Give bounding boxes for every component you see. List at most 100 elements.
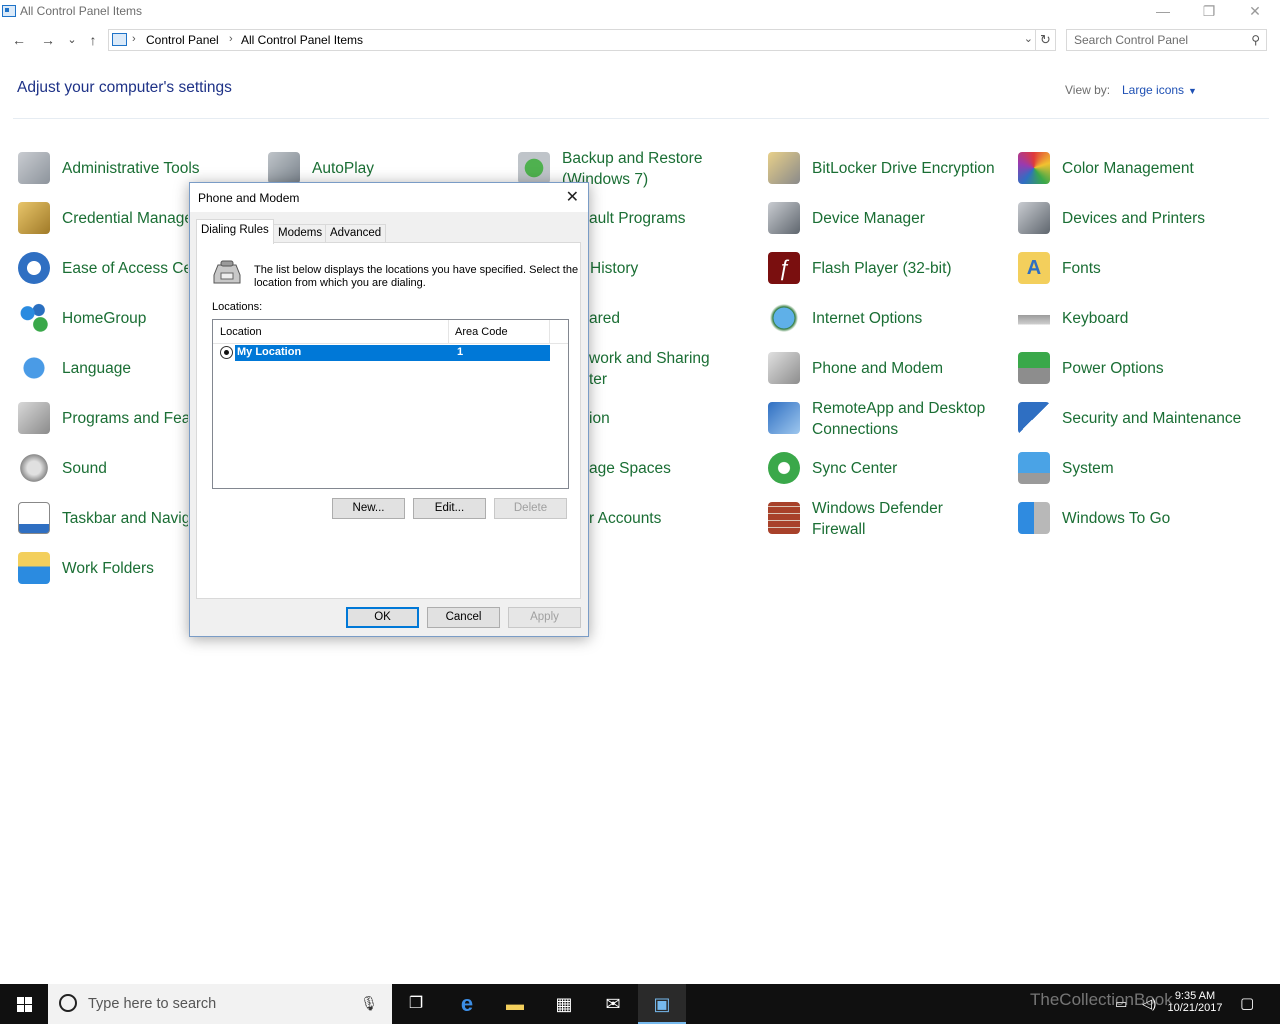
up-button[interactable]: ↑ — [83, 30, 103, 50]
item-ease-of-access[interactable]: Ease of Access Cer — [18, 245, 188, 291]
item-credential-manager[interactable]: Credential Manage — [18, 195, 188, 241]
item-phone-and-modem[interactable]: Phone and Modem — [768, 345, 1013, 391]
search-box[interactable]: ⚲ — [1066, 29, 1267, 51]
item-programs-and-features[interactable]: Programs and Feat — [18, 395, 188, 441]
item-firewall[interactable]: Windows Defender Firewall — [768, 495, 1013, 541]
address-bar[interactable]: › Control Panel › All Control Panel Item… — [108, 29, 1036, 51]
file-explorer-icon[interactable]: ▬ — [491, 984, 539, 1024]
edge-icon[interactable]: e — [443, 984, 491, 1024]
location-area-code: 1 — [457, 346, 464, 358]
cancel-button[interactable]: Cancel — [427, 607, 500, 628]
item-label: Phone and Modem — [812, 360, 943, 377]
tab-dialing-rules[interactable]: Dialing Rules — [196, 219, 274, 244]
item-label: Devices and Printers — [1062, 210, 1206, 227]
item-color-management[interactable]: Color Management — [1018, 145, 1263, 191]
locations-list[interactable]: Location Area Code My Location 1 — [212, 319, 569, 489]
item-security-and-maintenance[interactable]: Security and Maintenance — [1018, 395, 1263, 441]
remoteapp-icon — [768, 402, 800, 434]
control-panel-taskbar-icon[interactable]: ▣ — [638, 984, 686, 1024]
taskbar-search-placeholder: Type here to search — [88, 996, 217, 1012]
task-view-icon[interactable]: ❐ — [392, 984, 440, 1024]
control-panel-icon — [2, 5, 16, 17]
bitlocker-icon — [768, 152, 800, 184]
item-windows-to-go[interactable]: Windows To Go — [1018, 495, 1263, 541]
item-storage-spaces[interactable]: age Spaces — [589, 445, 749, 491]
close-button[interactable]: ✕ — [1232, 0, 1278, 24]
item-label: ared — [589, 310, 621, 327]
new-button[interactable]: New... — [332, 498, 405, 519]
dialog-close-icon[interactable]: ✕ — [566, 187, 579, 207]
item-label: Security and Maintenance — [1062, 410, 1242, 427]
forward-button[interactable]: → — [38, 30, 58, 50]
column-area-code[interactable]: Area Code — [455, 326, 508, 338]
item-system[interactable]: System — [1018, 445, 1263, 491]
breadcrumb-separator[interactable]: › — [229, 33, 233, 45]
item-fonts[interactable]: A Fonts — [1018, 245, 1263, 291]
item-label: Flash Player (32-bit) — [812, 260, 952, 277]
delete-button[interactable]: Delete — [494, 498, 567, 519]
search-input[interactable] — [1074, 31, 1244, 49]
title-bar: All Control Panel Items — ❐ ✕ — [0, 0, 1280, 24]
windows-logo-icon — [17, 1005, 24, 1012]
printer-icon — [1018, 202, 1050, 234]
item-bitlocker[interactable]: BitLocker Drive Encryption — [768, 145, 1013, 191]
tab-modems[interactable]: Modems — [273, 224, 328, 243]
breadcrumb-all-items[interactable]: All Control Panel Items — [241, 33, 363, 47]
dialog-title: Phone and Modem — [198, 191, 300, 205]
mail-icon[interactable]: ✉ — [589, 984, 637, 1024]
start-button[interactable] — [0, 984, 48, 1024]
recent-locations-button[interactable]: ⌄ — [62, 30, 82, 50]
caret-down-icon: ▼ — [1188, 86, 1197, 96]
cortana-icon — [59, 994, 77, 1012]
apply-button[interactable]: Apply — [508, 607, 581, 628]
item-sync-center[interactable]: Sync Center — [768, 445, 1013, 491]
store-icon[interactable]: ▦ — [540, 984, 588, 1024]
address-dropdown-icon[interactable]: ⌄ — [1024, 32, 1033, 45]
breadcrumb-separator[interactable]: › — [132, 33, 136, 45]
back-button[interactable]: ← — [9, 30, 29, 50]
item-power-options[interactable]: Power Options — [1018, 345, 1263, 391]
item-keyboard[interactable]: Keyboard — [1018, 295, 1263, 341]
item-label: ault Programs — [589, 210, 686, 227]
item-internet-options[interactable]: Internet Options — [768, 295, 1013, 341]
item-label: Programs and Feat — [62, 410, 188, 427]
minimize-button[interactable]: — — [1140, 0, 1186, 24]
search-icon[interactable]: ⚲ — [1251, 33, 1260, 47]
item-homegroup-2[interactable]: ared — [589, 295, 749, 341]
item-taskbar-and-navigation[interactable]: Taskbar and Navig — [18, 495, 188, 541]
action-center-icon[interactable]: ▢ — [1240, 994, 1254, 1012]
item-label: Credential Manage — [62, 210, 188, 227]
ok-button[interactable]: OK — [346, 607, 419, 628]
item-label: age Spaces — [589, 460, 671, 477]
backup-restore-icon — [518, 152, 550, 184]
fonts-icon: A — [1018, 252, 1050, 284]
microphone-icon[interactable]: 🎙 — [360, 995, 378, 1012]
column-location[interactable]: Location — [220, 326, 262, 338]
selected-location-radio-icon[interactable] — [220, 346, 233, 359]
item-recovery[interactable]: ion — [589, 395, 749, 441]
list-item[interactable]: My Location 1 — [235, 345, 550, 361]
taskbar-search[interactable]: Type here to search 🎙 — [48, 984, 392, 1024]
edit-button[interactable]: Edit... — [413, 498, 486, 519]
refresh-button[interactable]: ↻ — [1036, 29, 1056, 51]
item-default-programs[interactable]: ault Programs — [589, 195, 749, 241]
item-label: BitLocker Drive Encryption — [812, 160, 995, 177]
item-remoteapp[interactable]: RemoteApp and Desktop Connections — [768, 395, 1013, 441]
item-devices-and-printers[interactable]: Devices and Printers — [1018, 195, 1263, 241]
item-device-manager[interactable]: Device Manager — [768, 195, 1013, 241]
item-flash-player[interactable]: ƒ Flash Player (32-bit) — [768, 245, 1013, 291]
item-label: Ease of Access Cer — [62, 260, 188, 277]
window-title: All Control Panel Items — [20, 4, 143, 18]
item-label: Internet Options — [812, 310, 923, 327]
item-network-and-sharing[interactable]: work and Sharing ter — [589, 345, 749, 391]
work-folders-icon — [18, 552, 50, 584]
tab-advanced[interactable]: Advanced — [325, 224, 387, 243]
item-user-accounts[interactable]: r Accounts — [589, 495, 749, 541]
item-file-history[interactable]: History — [589, 245, 749, 291]
view-by-dropdown[interactable]: Large icons ▼ — [1122, 83, 1197, 97]
restore-button[interactable]: ❐ — [1186, 0, 1232, 24]
breadcrumb-control-panel[interactable]: Control Panel — [146, 33, 219, 47]
item-label: AutoPlay — [312, 160, 375, 177]
dialog-title-bar: Phone and Modem ✕ — [190, 183, 588, 212]
system-icon — [1018, 452, 1050, 484]
